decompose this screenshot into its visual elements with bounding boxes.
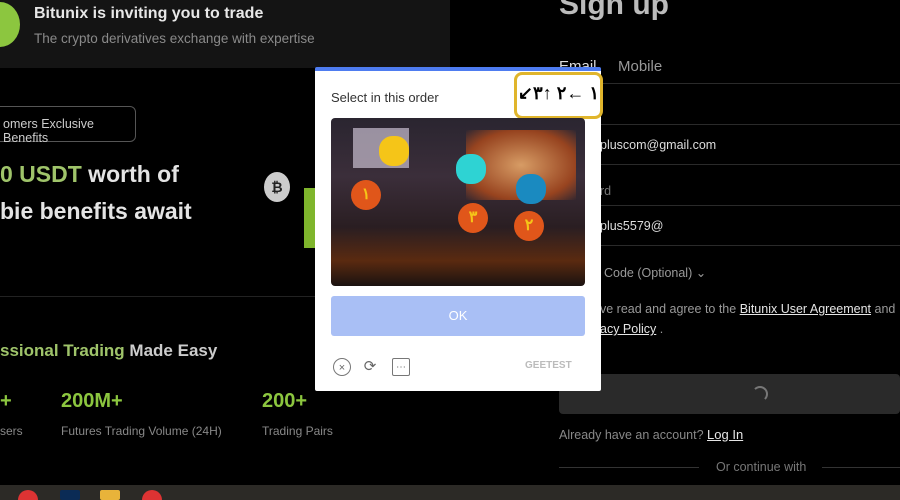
tagline-green: ssional Trading: [0, 341, 125, 360]
email-field[interactable]: pluscom@gmail.com: [600, 138, 716, 152]
password-label: rd: [600, 184, 612, 198]
email-field-top: [555, 124, 900, 125]
signup-button[interactable]: [559, 374, 900, 414]
close-icon[interactable]: ×: [333, 358, 351, 376]
tagline-rest: Made Easy: [124, 341, 218, 360]
captcha-image[interactable]: ١ ٣ ٢: [331, 118, 585, 286]
divider: [822, 467, 900, 468]
benefits-badge[interactable]: omers Exclusive Benefits: [0, 106, 136, 145]
bitunix-logo: [0, 2, 20, 47]
agree-text: ve read and agree to the: [600, 302, 737, 316]
signup-title: Sign up: [559, 0, 669, 21]
click-marker-1[interactable]: ١: [351, 180, 381, 210]
and-text: and: [874, 302, 896, 316]
click-marker-2[interactable]: ٢: [514, 211, 544, 241]
privacy-policy-link[interactable]: acy Policy: [600, 322, 656, 336]
stat-volume-value: 200M+: [61, 390, 123, 412]
bitcoin-coin-icon: ₿: [264, 172, 290, 202]
tab-mobile[interactable]: Mobile: [618, 58, 662, 75]
login-prompt: Already have an account? Log In: [559, 427, 743, 442]
referral-code-toggle[interactable]: Code (Optional) ⌄: [604, 265, 706, 280]
geetest-brand: GEETEST: [525, 360, 572, 371]
photoshop-taskbar-icon[interactable]: [60, 490, 80, 500]
banner-title: Bitunix is inviting you to trade: [34, 5, 264, 22]
stat-pairs-value: 200+: [262, 390, 308, 412]
click-marker-3[interactable]: ٣: [458, 203, 488, 233]
captcha-ok-button[interactable]: OK: [331, 296, 585, 336]
yellow-turtle-icon[interactable]: [379, 136, 409, 166]
promo-headline-2: bie benefits await: [0, 198, 192, 224]
divider: [559, 467, 699, 468]
captcha-title: Select in this order: [331, 90, 439, 105]
feedback-icon[interactable]: ⋯: [392, 358, 410, 376]
captcha-dialog: Select in this order ↙١ ←٢ ↑٣ ١ ٣ ٢ OK ×…: [315, 67, 603, 391]
stat-volume-label: Futures Trading Volume (24H): [61, 424, 222, 438]
password-field[interactable]: plus5579@: [600, 219, 663, 233]
login-link[interactable]: Log In: [707, 427, 743, 442]
period: .: [659, 322, 664, 336]
invite-banner: Bitunix is inviting you to trade The cry…: [0, 0, 450, 68]
agreement-text: ve read and agree to the Bitunix User Ag…: [600, 302, 895, 316]
loading-spinner-icon: [752, 386, 768, 402]
agreement-text-2: acy Policy .: [600, 322, 663, 336]
tagline: ssional Trading Made Easy: [0, 341, 217, 361]
have-account-text: Already have an account?: [559, 428, 704, 442]
divider: [555, 83, 900, 84]
taskbar: [0, 485, 900, 500]
or-continue-text: Or continue with: [716, 460, 807, 474]
cyan-turtle-icon[interactable]: [456, 154, 486, 184]
password-field-bottom: [555, 245, 900, 246]
stat-pairs-label: Trading Pairs: [262, 424, 333, 438]
user-agreement-link[interactable]: Bitunix User Agreement: [740, 302, 871, 316]
captcha-order-hint: ↙١ ←٢ ↑٣: [514, 72, 603, 119]
promo-headline: 0 USDT worth of: [0, 161, 179, 188]
password-field-top: [555, 205, 900, 206]
banner-subtitle: The crypto derivatives exchange with exp…: [34, 31, 315, 46]
folder-taskbar-icon[interactable]: [100, 490, 120, 500]
stat-users-value: +: [0, 390, 12, 412]
blue-turtle-icon[interactable]: [516, 174, 546, 204]
headline-text: worth of: [81, 161, 179, 187]
refresh-icon[interactable]: ⟳: [361, 358, 379, 376]
stat-users-label: sers: [0, 424, 23, 438]
email-field-bottom: [555, 164, 900, 165]
headline-amount: 0 USDT: [0, 161, 82, 187]
